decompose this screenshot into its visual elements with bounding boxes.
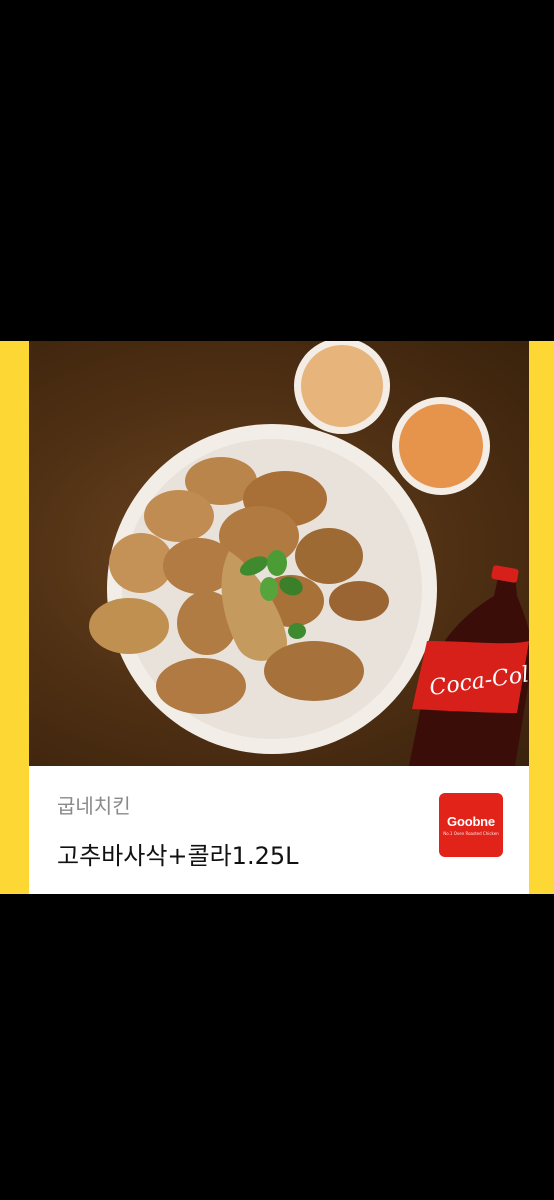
logo-tagline: No.1 Oven Roasted Chicken: [443, 831, 499, 836]
sauce-cup-2: [392, 397, 490, 495]
sauce-cup-1: [294, 341, 390, 434]
logo-text: Goobne: [447, 814, 495, 829]
product-card[interactable]: Coca-Cola 굽네치킨 고추바사삭+콜라1.25L Goobne No.1…: [29, 341, 529, 894]
brand-name: 굽네치킨: [57, 794, 131, 818]
product-info: 굽네치킨 고추바사삭+콜라1.25L Goobne No.1 Oven Roas…: [29, 766, 529, 894]
goobne-logo: Goobne No.1 Oven Roasted Chicken: [439, 793, 503, 857]
product-title: 고추바사삭+콜라1.25L: [57, 842, 299, 870]
product-photo: Coca-Cola: [29, 341, 529, 766]
